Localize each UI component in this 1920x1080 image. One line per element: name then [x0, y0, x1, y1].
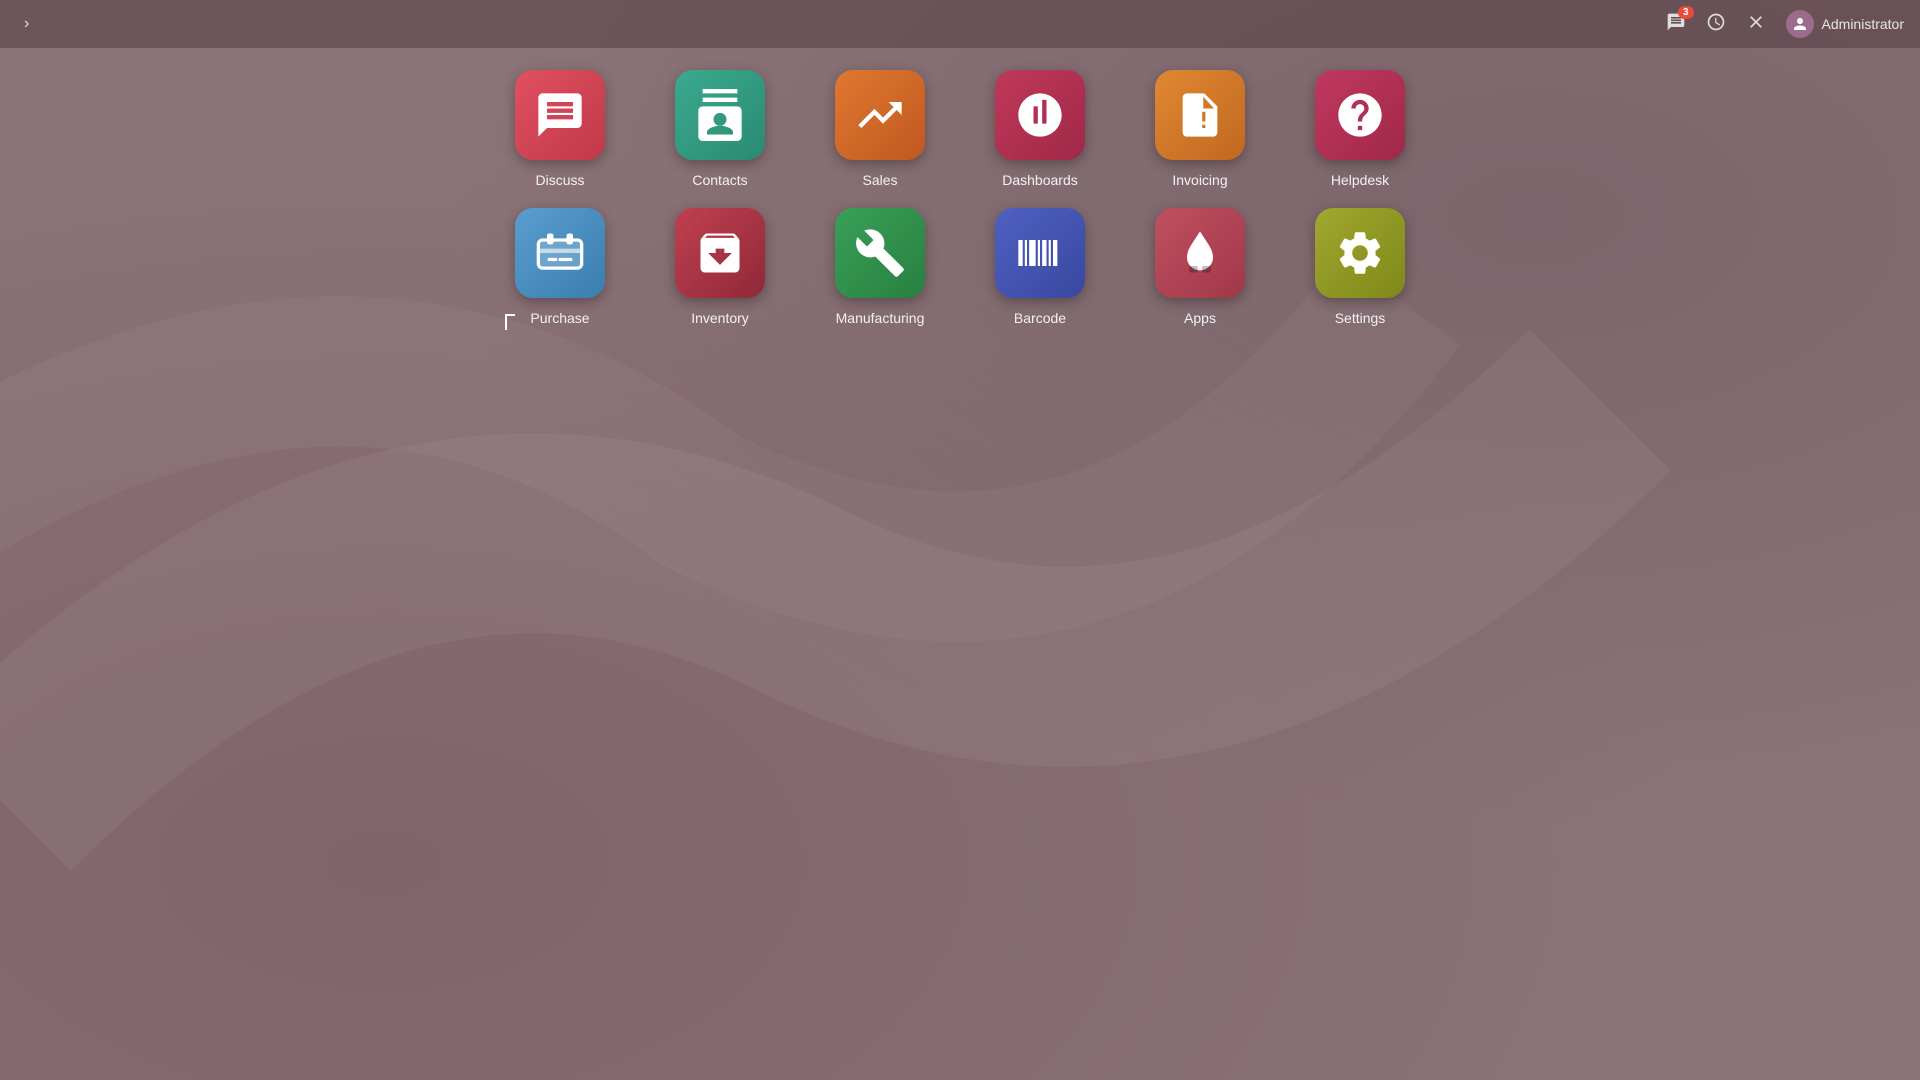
app-item-dashboards[interactable]: Dashboards — [970, 70, 1110, 188]
barcode-label: Barcode — [1014, 310, 1066, 326]
sales-label: Sales — [862, 172, 897, 188]
app-item-settings[interactable]: Settings — [1290, 208, 1430, 326]
apps-label: Apps — [1184, 310, 1216, 326]
topbar: › 3 Administrator — [0, 0, 1920, 48]
app-item-barcode[interactable]: Barcode — [970, 208, 1110, 326]
topbar-right: 3 Administrator — [1666, 10, 1904, 38]
settings-label: Settings — [1335, 310, 1386, 326]
barcode-icon — [995, 208, 1085, 298]
dashboards-icon — [995, 70, 1085, 160]
helpdesk-icon — [1315, 70, 1405, 160]
manufacturing-icon — [835, 208, 925, 298]
purchase-label: Purchase — [530, 310, 589, 326]
contacts-icon — [675, 70, 765, 160]
manufacturing-label: Manufacturing — [836, 310, 925, 326]
inventory-icon — [675, 208, 765, 298]
app-item-discuss[interactable]: Discuss — [490, 70, 630, 188]
avatar — [1786, 10, 1814, 38]
app-item-contacts[interactable]: Contacts — [650, 70, 790, 188]
inventory-label: Inventory — [691, 310, 749, 326]
message-badge: 3 — [1678, 6, 1694, 19]
app-item-purchase[interactable]: Purchase — [490, 208, 630, 326]
app-item-apps[interactable]: Apps — [1130, 208, 1270, 326]
clock-icon[interactable] — [1706, 12, 1726, 37]
discuss-icon — [515, 70, 605, 160]
invoicing-label: Invoicing — [1172, 172, 1227, 188]
app-item-helpdesk[interactable]: Helpdesk — [1290, 70, 1430, 188]
app-item-manufacturing[interactable]: Manufacturing — [810, 208, 950, 326]
settings-icon — [1315, 208, 1405, 298]
close-icon[interactable] — [1746, 12, 1766, 37]
admin-section[interactable]: Administrator — [1786, 10, 1904, 38]
messages-icon[interactable]: 3 — [1666, 12, 1686, 37]
discuss-label: Discuss — [535, 172, 584, 188]
topbar-left: › — [16, 11, 37, 37]
sales-icon — [835, 70, 925, 160]
invoicing-icon — [1155, 70, 1245, 160]
nav-toggle-button[interactable]: › — [16, 11, 37, 37]
purchase-icon — [515, 208, 605, 298]
app-item-invoicing[interactable]: Invoicing — [1130, 70, 1270, 188]
app-item-inventory[interactable]: Inventory — [650, 208, 790, 326]
contacts-label: Contacts — [692, 172, 747, 188]
helpdesk-label: Helpdesk — [1331, 172, 1389, 188]
apps-icon — [1155, 208, 1245, 298]
dashboards-label: Dashboards — [1002, 172, 1078, 188]
app-grid: Discuss Contacts Sales Dashboards Invoic… — [490, 70, 1430, 326]
app-item-sales[interactable]: Sales — [810, 70, 950, 188]
admin-label: Administrator — [1822, 16, 1904, 32]
